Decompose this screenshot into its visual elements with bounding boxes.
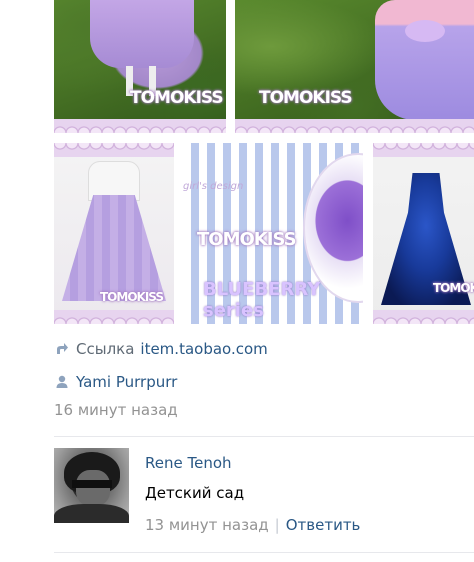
comment-text: Детский сад <box>145 484 245 502</box>
link-url[interactable]: item.taobao.com <box>140 340 267 358</box>
photo-lace-border <box>54 119 226 133</box>
photo-lace-border <box>54 310 174 324</box>
photo-watermark: TOMOKISS <box>433 281 474 295</box>
reply-button[interactable]: Ответить <box>286 516 361 534</box>
photo-skirt-shape <box>90 0 194 68</box>
post-author-row: Yami Purrpurr <box>54 373 177 391</box>
arrow-share-icon <box>54 341 70 357</box>
photo-lace-border <box>235 119 474 133</box>
link-label: Ссылка <box>76 340 135 358</box>
attachment-photo-3[interactable]: TOMOKISS <box>54 143 174 324</box>
post-author-link[interactable]: Yami Purrpurr <box>76 373 177 391</box>
comment-avatar[interactable] <box>54 448 129 523</box>
photo-lace-border-top <box>54 143 174 157</box>
comment-footer: 13 минут назад | Ответить <box>145 516 360 534</box>
post-time-row: 16 минут назад <box>54 401 178 419</box>
attachment-photo-1[interactable]: TOMOKISS <box>54 0 226 133</box>
post-link-row: Ссылка item.taobao.com <box>54 340 268 358</box>
divider <box>54 552 474 553</box>
post-timestamp[interactable]: 16 минут назад <box>54 401 178 419</box>
attachment-photo-4[interactable]: girl's design TOMOKISS BLUEBERRY series <box>183 143 363 324</box>
avatar-face-shape <box>76 470 110 506</box>
avatar-body-shape <box>54 504 129 523</box>
photo-bow-shape <box>405 20 445 42</box>
avatar-band-shape <box>72 480 112 488</box>
divider <box>54 436 474 437</box>
photo-watermark: TOMOKISS <box>197 229 297 250</box>
photo-dress-shape <box>375 0 474 120</box>
photo-series-text: BLUEBERRY series <box>203 279 321 321</box>
photo-watermark: TOMOKISS <box>130 88 224 108</box>
attachment-photo-5[interactable]: TOMOKISS <box>373 143 474 324</box>
user-icon <box>54 374 70 390</box>
photo-lace-border <box>373 310 474 324</box>
comment-timestamp[interactable]: 13 минут назад <box>145 516 269 534</box>
photo-jsk-shape <box>62 195 166 301</box>
photo-watermark: TOMOKISS <box>100 290 164 304</box>
comment-separator: | <box>274 516 280 534</box>
attachment-photo-2[interactable]: TOMOKISS <box>235 0 474 133</box>
photo-script-text: girl's design <box>183 181 244 192</box>
photo-lace-border-top <box>373 143 474 157</box>
photo-watermark: TOMOKISS <box>259 88 353 108</box>
comment-author-link[interactable]: Rene Tenoh <box>145 454 232 472</box>
